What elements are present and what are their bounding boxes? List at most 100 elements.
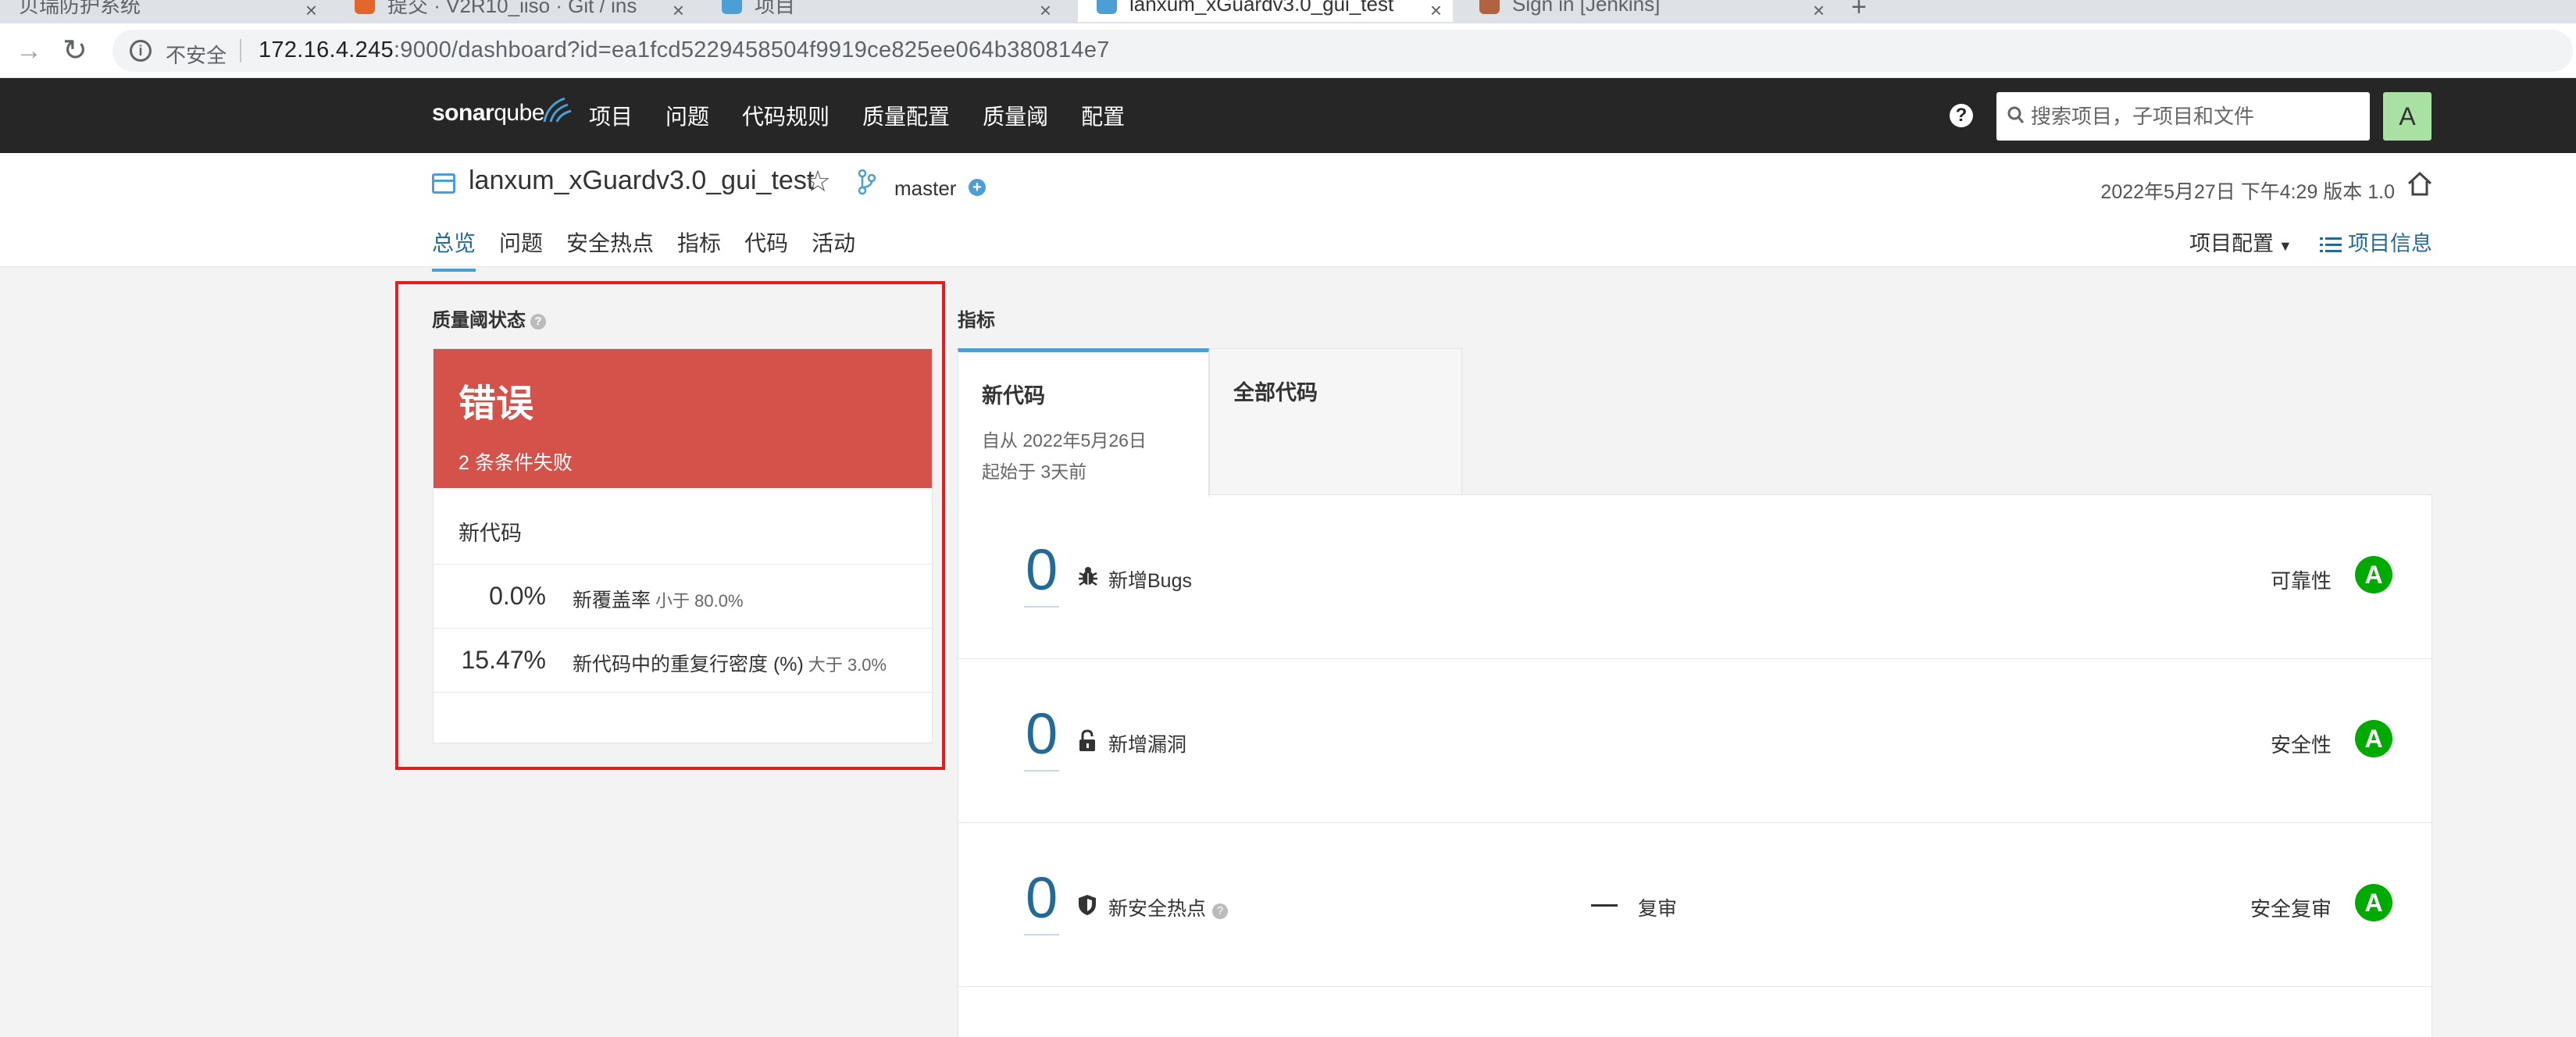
close-icon[interactable]: × bbox=[1813, 0, 1825, 23]
tab-issues[interactable]: 问题 bbox=[499, 226, 543, 272]
security-rating-badge[interactable]: A bbox=[2355, 720, 2392, 757]
tab-overall-code[interactable]: 全部代码 bbox=[1209, 348, 1462, 495]
browser-tab[interactable]: 项目 × bbox=[703, 0, 1062, 22]
nav-quality-gates[interactable]: 质量阈 bbox=[983, 100, 1048, 131]
nav-projects[interactable]: 项目 bbox=[589, 100, 633, 131]
measure-row-security-hotspots: 0 新安全热点? 复审 安全复审 A bbox=[958, 823, 2432, 987]
reliability-rating-badge[interactable]: A bbox=[2355, 556, 2392, 593]
url-path: :9000/dashboard?id=ea1fcd5229458504f9919… bbox=[393, 37, 1110, 62]
help-icon[interactable]: ? bbox=[1950, 104, 1973, 127]
tab-code[interactable]: 代码 bbox=[744, 226, 788, 272]
tab-overview[interactable]: 总览 bbox=[432, 226, 476, 272]
tab-new-code[interactable]: 新代码 自从 2022年5月26日 起始于 3天前 bbox=[958, 348, 1209, 497]
condition-label: 新代码中的重复行密度 (%) 大于 3.0% bbox=[573, 649, 887, 677]
tab-overall-code-title: 全部代码 bbox=[1233, 381, 1318, 404]
close-icon[interactable]: × bbox=[1430, 0, 1442, 23]
global-search bbox=[1996, 92, 2370, 141]
security-review-rating-badge[interactable]: A bbox=[2355, 884, 2392, 921]
vulnerabilities-count[interactable]: 0 bbox=[1024, 703, 1060, 772]
failed-conditions-count: 2 条条件失败 bbox=[458, 452, 573, 474]
tab-title: 项目 bbox=[755, 0, 796, 17]
tab-new-code-title: 新代码 bbox=[982, 384, 1045, 408]
condition-row[interactable]: 0.0% 新覆盖率 小于 80.0% bbox=[433, 565, 932, 629]
branch-add-icon[interactable]: + bbox=[969, 179, 986, 196]
url-text[interactable]: 172.16.4.245:9000/dashboard?id=ea1fcd522… bbox=[259, 37, 1110, 63]
project-settings-label: 项目配置 bbox=[2189, 232, 2274, 255]
status-label: 错误 bbox=[458, 383, 534, 425]
forward-icon[interactable]: → bbox=[16, 36, 42, 66]
measures-panel: 0 新增Bugs 可靠性 A 0 新增漏洞 安全性 A 0 新安全热点 ? 复审… bbox=[958, 494, 2432, 1037]
browser-tab[interactable]: 提交 · V2R10_iiso · Git / ins × bbox=[336, 0, 695, 22]
condition-threshold: 小于 80.0% bbox=[655, 591, 744, 611]
lock-icon bbox=[1079, 729, 1095, 751]
sonarqube-icon bbox=[722, 0, 742, 14]
search-input[interactable] bbox=[2031, 92, 2359, 141]
address-bar: → ↻ i 不安全 172.16.4.245:9000/dashboard?id… bbox=[0, 23, 2576, 78]
shield-icon bbox=[1079, 895, 1096, 915]
bugs-count[interactable]: 0 bbox=[1024, 539, 1060, 608]
tab-security-hotspots[interactable]: 安全热点 bbox=[566, 226, 654, 272]
project-icon bbox=[432, 173, 455, 194]
condition-metric: 新覆盖率 bbox=[573, 590, 651, 611]
close-icon[interactable]: × bbox=[1040, 0, 1051, 23]
help-icon[interactable]: ? bbox=[530, 314, 546, 330]
bugs-label: 新增Bugs bbox=[1108, 570, 1192, 592]
url-host: 172.16.4.245 bbox=[259, 37, 394, 62]
branch-name[interactable]: master bbox=[894, 176, 956, 201]
gitlab-icon bbox=[355, 0, 375, 14]
favorite-star-icon[interactable]: ☆ bbox=[805, 164, 831, 199]
security-hotspots-label: 新安全热点? bbox=[1108, 893, 1229, 921]
quality-gate-status: 错误 2 条条件失败 bbox=[433, 349, 932, 488]
new-tab-button[interactable]: + bbox=[1851, 0, 1867, 23]
sonar-waves-icon bbox=[543, 97, 572, 123]
nav-administration[interactable]: 配置 bbox=[1081, 100, 1125, 131]
main-menu: 项目 问题 代码规则 质量配置 质量阈 配置 bbox=[589, 100, 1158, 131]
quality-gate-title-text: 质量阈状态 bbox=[432, 310, 526, 331]
nav-issues[interactable]: 问题 bbox=[665, 100, 709, 131]
home-icon[interactable] bbox=[2406, 170, 2434, 197]
project-settings-dropdown[interactable]: 项目配置 ▼ bbox=[2189, 226, 2292, 257]
search-icon bbox=[2007, 106, 2025, 123]
new-code-period: 自从 2022年5月26日 起始于 3天前 bbox=[982, 425, 1185, 487]
avatar[interactable]: A bbox=[2383, 92, 2432, 141]
tab-title: 贝瑞防护系统 bbox=[19, 0, 141, 17]
tab-title: Sign in [Jenkins] bbox=[1512, 0, 1661, 16]
close-icon[interactable]: × bbox=[673, 0, 684, 23]
help-icon[interactable]: ? bbox=[1212, 903, 1229, 919]
branch-icon bbox=[858, 169, 876, 195]
review-rate-empty-dash bbox=[1591, 904, 1618, 907]
nav-rules[interactable]: 代码规则 bbox=[742, 100, 830, 131]
condition-value[interactable]: 0.0% bbox=[489, 582, 546, 611]
measures-title: 指标 bbox=[958, 310, 995, 331]
measure-row-bugs: 0 新增Bugs 可靠性 A bbox=[958, 495, 2432, 659]
browser-tabstrip: 贝瑞防护系统 × 提交 · V2R10_iiso · Git / ins × 项… bbox=[0, 0, 2576, 23]
browser-tab[interactable]: 贝瑞防护系统 × bbox=[0, 0, 328, 22]
browser-tab-active[interactable]: lanxum_xGuardv3.0_gui_test × bbox=[1078, 0, 1453, 22]
info-icon[interactable]: i bbox=[130, 40, 152, 62]
condition-threshold: 大于 3.0% bbox=[808, 655, 887, 675]
nav-quality-profiles[interactable]: 质量配置 bbox=[862, 100, 950, 131]
browser-tab[interactable]: Sign in [Jenkins] × bbox=[1461, 0, 1836, 22]
condition-row[interactable]: 15.47% 新代码中的重复行密度 (%) 大于 3.0% bbox=[433, 629, 932, 693]
top-navigation: sonarqube 项目 问题 代码规则 质量配置 质量阈 配置 ? A bbox=[0, 78, 2576, 153]
tab-measures[interactable]: 指标 bbox=[677, 226, 721, 272]
tab-activity[interactable]: 活动 bbox=[812, 226, 855, 272]
reliability-label: 可靠性 bbox=[2270, 569, 2332, 593]
condition-value[interactable]: 15.47% bbox=[461, 646, 546, 675]
vulnerabilities-label: 新增漏洞 bbox=[1108, 734, 1187, 756]
sonarqube-logo[interactable]: sonarqube bbox=[432, 97, 572, 127]
new-code-ago: 起始于 3天前 bbox=[982, 461, 1087, 482]
project-name[interactable]: lanxum_xGuardv3.0_gui_test bbox=[469, 166, 814, 196]
url-field[interactable]: i 不安全 172.16.4.245:9000/dashboard?id=ea1… bbox=[112, 30, 2573, 72]
conditions-section-title: 新代码 bbox=[433, 488, 932, 565]
reload-icon[interactable]: ↻ bbox=[62, 33, 87, 68]
jenkins-icon bbox=[1479, 0, 1500, 14]
insecure-label: 不安全 bbox=[166, 44, 227, 67]
security-hotspots-text: 新安全热点 bbox=[1108, 898, 1207, 920]
condition-label: 新覆盖率 小于 80.0% bbox=[573, 585, 744, 613]
security-hotspots-count[interactable]: 0 bbox=[1024, 867, 1060, 935]
project-info-link[interactable]: 项目信息 bbox=[2320, 226, 2432, 257]
caret-down-icon: ▼ bbox=[2278, 238, 2292, 254]
logo-text-bold: sonar bbox=[432, 100, 494, 126]
close-icon[interactable]: × bbox=[305, 0, 317, 23]
